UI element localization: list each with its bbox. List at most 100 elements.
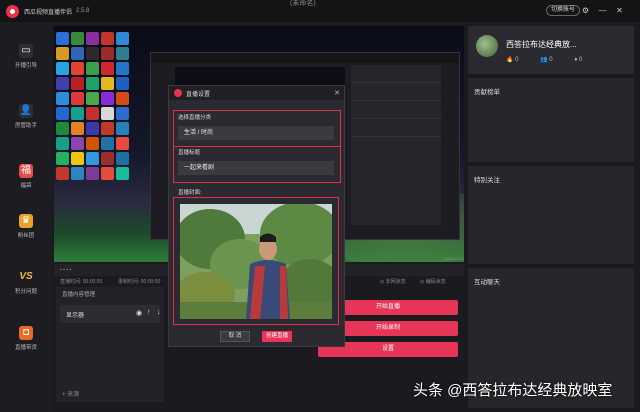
stat-diamond-value: 0 [579,57,583,63]
desktop-app-icon [86,122,99,135]
close-icon[interactable]: ✕ [614,5,625,16]
desktop-app-icon [56,107,69,120]
desktop-app-icon [71,92,84,105]
right-panel: 西答拉布达经典放... 🔥 0 👥 0 ♦ 0 贡献榜单 特别关注 互动聊天 [468,26,634,408]
desktop-app-icon [101,137,114,150]
desktop-app-icon [86,62,99,75]
desktop-app-icon [101,77,114,90]
desktop-app-icon [71,137,84,150]
desktop-app-icon [56,167,69,180]
desktop-app-icon [71,47,84,60]
desktop-app-icon [56,92,69,105]
desktop-app-icon [116,47,129,60]
desktop-app-icon [56,77,69,90]
title-label: 直播标题 [178,150,201,156]
category-label: 选择直播分类 [178,115,212,121]
desktop-app-icon [101,62,114,75]
category-select[interactable]: 生活 / 时尚 [178,126,334,140]
desktop-app-icon [101,107,114,120]
app-version: 2.5.8 [76,8,90,14]
stat-fire-value: 0 [515,57,519,63]
title-input[interactable]: 一起来看剧 [178,161,334,175]
nested-panel-row [351,119,441,137]
desktop-app-icon [86,152,99,165]
watermark: 头条 @西答拉布达经典放映室 [413,382,613,399]
monitor-icon: ▭ [19,44,33,58]
left-sidebar: ▭ 开播引导 👤 房管助手 福 福袋 ♛ 粉丝团 VS 积分问题 ◘ 直播带货 [0,22,52,412]
sidebar-item-label: 房管助手 [14,123,37,129]
settings-gear-icon[interactable]: ⚙ [580,5,591,16]
sidebar-item-fan-club[interactable]: ♛ 粉丝团 [0,206,52,256]
mini-control-icons[interactable]: ▪ ▪ ▪ ▪ [60,267,71,273]
vs-icon: VS [19,271,33,282]
desktop-app-icon [101,47,114,60]
desktop-app-icon [116,137,129,150]
desktop-app-icon [101,167,114,180]
desktop-app-icon [56,152,69,165]
create-live-button[interactable]: 创建直播 [262,331,292,342]
user-name: 西答拉布达经典放... [506,40,577,49]
sidebar-item-label: 直播带货 [14,345,37,351]
sidebar-item-room-manager[interactable]: 👤 房管助手 [0,96,52,146]
sidebar-item-guide[interactable]: ▭ 开播引导 [0,36,52,86]
minimize-icon[interactable]: — [597,5,608,16]
nested-panel-row [351,65,441,83]
desktop-app-icon [56,32,69,45]
user-stats: 🔥 0 👥 0 ♦ 0 [506,56,602,63]
desktop-app-icon [116,122,129,135]
sidebar-item-shopping[interactable]: ◘ 直播带货 [0,318,52,368]
desktop-app-icon [86,107,99,120]
desktop-app-icon [71,122,84,135]
down-arrow-icon[interactable]: ↓ [157,309,161,316]
cancel-button[interactable]: 取 消 [220,331,250,342]
cover-image[interactable] [180,204,332,319]
nested-panel-row [351,83,441,101]
desktop-app-icon [86,32,99,45]
nested-title-bar [151,53,459,63]
chat-title: 互动聊天 [474,279,500,286]
up-arrow-icon[interactable]: ↑ [147,309,151,316]
lucky-bag-icon: 福 [19,164,33,178]
encode-status: ◎ 编码状态 [420,279,446,285]
desktop-app-icon [86,77,99,90]
desktop-app-icon [71,167,84,180]
sidebar-item-label: 粉丝团 [17,233,35,239]
desktop-app-icon [56,62,69,75]
desktop-app-icon [56,137,69,150]
special-follow-section: 特别关注 [468,166,634,264]
contribution-title: 贡献榜单 [474,89,500,96]
sidebar-item-lucky-bag[interactable]: 福 福袋 [0,156,52,206]
live-time: 直播时间: 00:00:00 [60,279,103,285]
desktop-app-icon [101,152,114,165]
dialog-close-icon[interactable]: ✕ [334,89,340,97]
title-bar: 西瓜视频直播伴侣 2.5.8 (未命名) 切换账号 ⚙ — ✕ [0,0,640,22]
eye-icon[interactable]: ◉ [136,309,142,317]
sidebar-item-label: 积分问题 [14,289,37,295]
avatar[interactable] [476,35,498,57]
cover-label: 直播封面: [178,190,202,196]
preview-date-text: 2020/11/30 [444,256,464,261]
shopping-bag-icon: ◘ [19,326,33,340]
desktop-app-icon [116,92,129,105]
app-logo-icon [6,4,19,18]
desktop-app-icon [101,122,114,135]
add-source-button[interactable]: + 来源 [62,389,79,398]
sidebar-item-points[interactable]: VS 积分问题 [0,262,52,312]
sidebar-item-label: 福袋 [20,183,32,189]
source-item[interactable]: 显示器 ◉ ↑ ↓ [60,305,161,323]
user-manage-icon: 👤 [19,104,33,118]
special-follow-title: 特别关注 [474,177,500,184]
desktop-app-icon [116,62,129,75]
network-status: ◎ 非网状态 [380,279,406,285]
record-time: 录制时间: 00:00:00 [118,279,161,285]
sidebar-item-label: 开播引导 [14,63,37,69]
dialog-title-bar: 直播设置 [169,86,344,100]
nested-panel-row [351,101,441,119]
desktop-app-icon [71,152,84,165]
switch-account-button[interactable]: 切换账号 [546,5,581,16]
desktop-app-icon [116,77,129,90]
desktop-app-icon [116,167,129,180]
desktop-icon-grid [56,32,130,232]
user-info: 西答拉布达经典放... 🔥 0 👥 0 ♦ 0 [468,26,634,74]
desktop-app-icon [116,107,129,120]
